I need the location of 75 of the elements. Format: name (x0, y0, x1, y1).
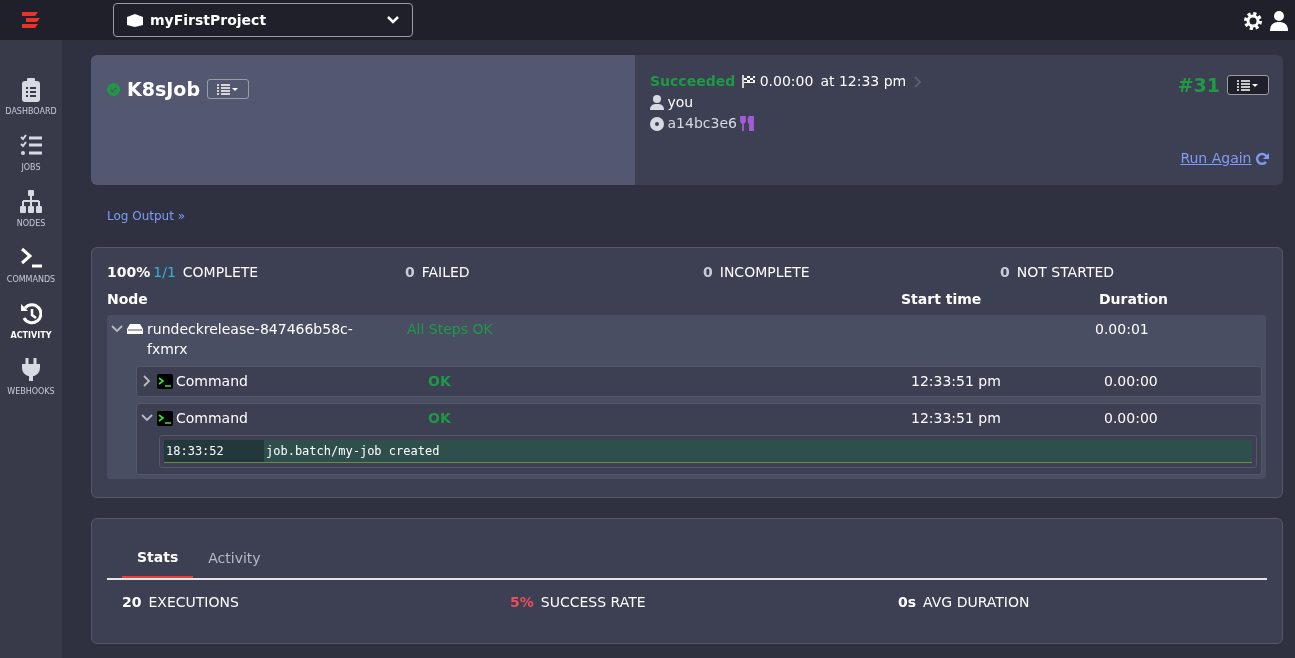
sidebar-item[interactable]: NODES (0, 190, 62, 230)
list-icon (1236, 79, 1260, 92)
summary-fraction: 1/1 (153, 263, 176, 282)
summary-count: 100% (107, 263, 151, 282)
sidebar-item[interactable]: COMMANDS (0, 246, 62, 286)
stat-label: AVG DURATION (923, 592, 1030, 612)
sitemap-icon (20, 190, 42, 214)
stat-value: 5% (510, 592, 534, 612)
utensils-icon (740, 116, 755, 131)
project-selector[interactable]: myFirstProject (113, 3, 413, 37)
duration-cell-text: 0.00:01 (1095, 320, 1149, 339)
user-icon (1270, 10, 1288, 31)
menu-button[interactable] (1227, 75, 1269, 96)
terminal-icon (156, 373, 173, 389)
duration-text: 0.00:00 (759, 72, 814, 91)
duration-cell-text: 0.00:00 (1104, 408, 1158, 428)
column-header: Node (107, 290, 149, 309)
stat-value: 20 (122, 592, 142, 612)
plug-icon (20, 358, 42, 382)
step-status: OK (428, 371, 452, 391)
checklist-icon (20, 134, 42, 158)
sidebar-item[interactable]: JOBS (0, 134, 62, 174)
user-icon (650, 95, 664, 110)
summary-label: COMPLETE (182, 263, 259, 282)
sidebar-item[interactable]: WEBHOOKS (0, 358, 62, 398)
run-again-link[interactable]: Run Again (1180, 148, 1269, 169)
settings-button[interactable] (1243, 9, 1263, 31)
history-icon (20, 302, 42, 326)
stat-value: 0s (898, 592, 917, 612)
list-icon (216, 83, 240, 96)
user-name: you (667, 93, 694, 112)
node-id: a14bc3e6 (667, 114, 737, 133)
flag-icon (742, 75, 757, 88)
step-name: Command (176, 408, 248, 428)
terminal-icon (20, 246, 42, 270)
node-name: rundeckrelease-847466b58c-fxmrx (147, 320, 354, 360)
step-status: OK (428, 408, 452, 428)
execution-number: #31 (1177, 73, 1220, 98)
summary-label: NOT STARTED (1016, 263, 1115, 282)
server-icon (127, 324, 143, 334)
refresh-icon (1255, 151, 1269, 166)
menu-button[interactable] (207, 79, 249, 100)
user-button[interactable] (1270, 9, 1288, 31)
stat-label: EXECUTIONS (148, 592, 239, 612)
summary-label: FAILED (421, 263, 470, 282)
chevron-right-icon (913, 75, 922, 88)
disc-icon (650, 116, 664, 131)
settings-icon (1243, 10, 1263, 31)
column-header: Start time (901, 290, 983, 309)
duration-cell-text: 0.00:00 (1104, 371, 1158, 391)
start-time: 12:33:51 pm (911, 371, 1002, 391)
summary-count: 0 (703, 263, 713, 282)
summary-count: 0 (1000, 263, 1010, 282)
tab[interactable]: Activity (193, 538, 276, 578)
column-header: Duration (1099, 290, 1168, 309)
log-time: 18:33:52 (164, 439, 264, 462)
clipboard-icon (20, 78, 42, 102)
job-title: K8sJob (127, 77, 200, 102)
chevron-down-icon (386, 15, 400, 25)
summary-count: 0 (405, 263, 415, 282)
log-output-link[interactable]: Log Output » (107, 209, 186, 223)
box-icon (126, 13, 144, 27)
sidebar-item[interactable]: DASHBOARD (0, 78, 62, 118)
status-label: Succeeded (650, 72, 736, 91)
sidebar-item[interactable]: ACTIVITY (0, 302, 62, 342)
start-time: 12:33:51 pm (911, 408, 1002, 428)
tab[interactable]: Stats (122, 538, 194, 578)
step-name: Command (176, 371, 248, 391)
node-status: All Steps OK (407, 320, 494, 339)
log-message: job.batch/my-job created (265, 442, 441, 460)
time-text: at 12:33 pm (820, 72, 907, 91)
logo-icon (20, 10, 42, 30)
summary-label: INCOMPLETE (719, 263, 810, 282)
terminal-icon (156, 410, 173, 426)
stat-label: SUCCESS RATE (540, 592, 646, 612)
